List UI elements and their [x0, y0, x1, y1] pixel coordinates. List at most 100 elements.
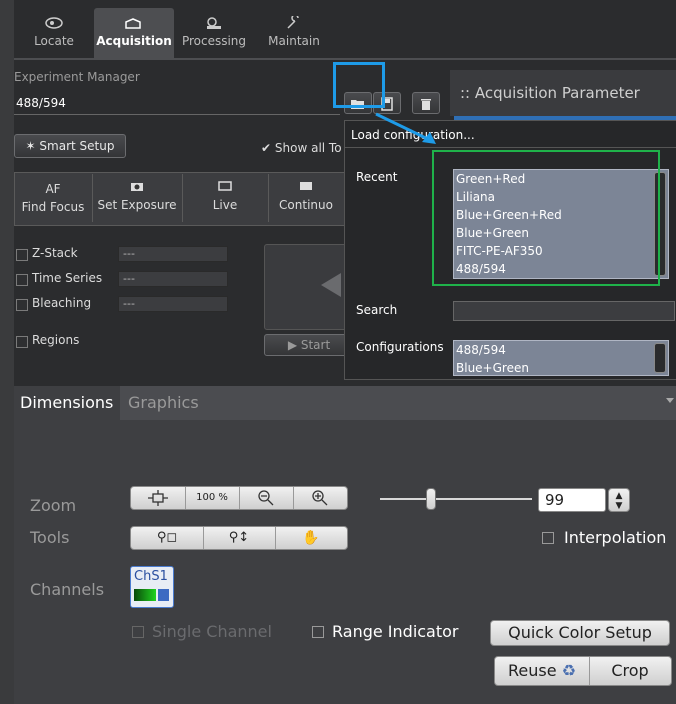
quick-color-setup-button[interactable]: Quick Color Setup	[490, 620, 670, 646]
z-stack-checkbox[interactable]	[16, 249, 28, 261]
live-button[interactable]: Live	[182, 174, 269, 222]
search-input[interactable]	[453, 301, 675, 321]
configurations-label: Configurations	[356, 340, 444, 354]
regions-checkbox[interactable]	[16, 336, 28, 348]
processing-icon	[207, 17, 221, 29]
recycle-icon: ♻	[561, 661, 576, 680]
zoom-100-button[interactable]: 100 %	[185, 487, 240, 509]
zoom-slider-track[interactable]	[380, 498, 532, 500]
acquisition-icon	[125, 18, 141, 29]
tab-graphics-label: Graphics	[128, 393, 199, 412]
spinner-arrows-icon: ▲ ▼	[615, 491, 623, 511]
interpolation-checkbox[interactable]	[542, 532, 554, 544]
zoom-in-button[interactable]	[293, 487, 347, 509]
reuse-button[interactable]: Reuse ♻	[495, 657, 590, 685]
reuse-label: Reuse	[508, 661, 557, 680]
bleaching-label: Bleaching	[32, 296, 92, 310]
zoom-label: Zoom	[30, 496, 77, 515]
highlight-box-green	[432, 150, 660, 286]
scrollbar[interactable]	[654, 343, 666, 373]
tab-label: Maintain	[268, 34, 320, 48]
live-icon	[218, 181, 232, 191]
zoom-slider-handle[interactable]	[426, 488, 436, 510]
tab-graphics[interactable]: Graphics	[120, 386, 204, 420]
tab-label: Acquisition	[96, 34, 172, 48]
z-stack-label: Z-Stack	[32, 246, 78, 260]
regions-label: Regions	[32, 333, 80, 347]
zoom-vertical-icon: ⚲↕	[228, 530, 250, 545]
channel-name: ChS1	[134, 569, 168, 584]
tab-locate[interactable]: Locate	[14, 8, 94, 58]
experiment-field[interactable]: 488/594	[14, 94, 340, 115]
live-label: Live	[212, 198, 238, 212]
quick-color-setup-label: Quick Color Setup	[508, 623, 652, 642]
zoom-in-icon	[312, 490, 328, 506]
tab-label: Processing	[181, 34, 247, 48]
recent-label: Recent	[356, 170, 398, 184]
time-series-checkbox[interactable]	[16, 274, 28, 286]
continuous-label: Continuo	[279, 198, 333, 212]
zoom-button-group: 100 %	[130, 486, 348, 510]
checkmark-icon: ✔	[261, 141, 272, 155]
reuse-crop-group: Reuse ♻ Crop	[494, 656, 672, 686]
interpolation-label: Interpolation	[564, 528, 667, 547]
sparkle-icon: ✶	[25, 139, 40, 153]
tab-label: Locate	[34, 34, 74, 48]
tab-underline	[14, 58, 676, 60]
zoom-fit-button[interactable]	[131, 487, 186, 509]
pan-tool[interactable]: ✋	[275, 527, 347, 549]
zoom-out-button[interactable]	[239, 487, 294, 509]
tools-button-group: ⚲◻ ⚲↕ ✋	[130, 526, 348, 550]
search-label: Search	[356, 303, 398, 317]
acquisition-parameter-header[interactable]: :: Acquisition Parameter	[450, 70, 676, 116]
zoom-drag-tool[interactable]: ⚲↕	[203, 527, 276, 549]
delete-button[interactable]	[412, 92, 440, 114]
experiment-value: 488/594	[16, 96, 66, 110]
range-indicator-label: Range Indicator	[332, 622, 459, 641]
smart-setup-label: Smart Setup	[39, 139, 115, 153]
single-channel-label: Single Channel	[152, 622, 272, 641]
zoom-100-label: 100 %	[196, 492, 228, 503]
start-label: Start	[300, 338, 331, 352]
crop-button[interactable]: Crop	[589, 657, 671, 685]
chevron-down-icon[interactable]	[158, 589, 169, 601]
set-exposure-button[interactable]: Set Exposure	[92, 174, 183, 222]
time-series-label: Time Series	[32, 271, 103, 285]
tools-label: Tools	[30, 528, 70, 547]
show-all-checkbox[interactable]: ✔ Show all To	[261, 141, 342, 155]
range-indicator-checkbox[interactable]	[312, 626, 324, 638]
tab-processing[interactable]: Processing	[174, 8, 254, 58]
camera-icon	[131, 183, 143, 191]
hand-icon: ✋	[302, 530, 320, 546]
crop-label: Crop	[611, 661, 649, 680]
continuous-button[interactable]: Continuo	[268, 174, 344, 222]
zoom-value-input[interactable]: 99	[538, 488, 606, 512]
single-channel-checkbox[interactable]	[132, 626, 144, 638]
smart-setup-button[interactable]: ✶ Smart Setup	[14, 134, 126, 158]
find-focus-button[interactable]: AF Find Focus	[14, 174, 93, 222]
bleaching-checkbox[interactable]	[16, 299, 28, 311]
bleaching-summary: ---	[118, 296, 228, 312]
start-button[interactable]: ▶ Start	[264, 334, 354, 356]
channel-chip-chs1[interactable]: ChS1	[130, 566, 174, 608]
maintain-icon	[287, 16, 299, 29]
list-item[interactable]: Blue+Green	[454, 359, 668, 375]
zoom-rectangle-tool[interactable]: ⚲◻	[131, 527, 204, 549]
highlight-box-blue	[333, 62, 385, 108]
zoom-spinner[interactable]: ▲ ▼	[608, 488, 630, 512]
channel-color-swatch	[134, 589, 156, 601]
arrow-left-icon	[321, 273, 341, 297]
fit-icon	[148, 490, 168, 506]
tab-dimensions[interactable]: Dimensions	[14, 386, 120, 420]
tab-acquisition[interactable]: Acquisition	[94, 8, 174, 58]
tab-maintain[interactable]: Maintain	[254, 8, 334, 58]
z-stack-summary: ---	[118, 246, 228, 262]
list-item[interactable]: 488/594	[454, 341, 668, 359]
configurations-list[interactable]: 488/594 Blue+Green	[453, 340, 669, 376]
find-focus-label: Find Focus	[21, 200, 85, 214]
panel-menu-icon[interactable]	[666, 398, 674, 403]
popup-divider	[345, 147, 676, 148]
preview-area	[264, 244, 356, 330]
show-all-label: Show all To	[274, 141, 342, 155]
zoom-rectangle-icon: ⚲◻	[156, 530, 178, 545]
